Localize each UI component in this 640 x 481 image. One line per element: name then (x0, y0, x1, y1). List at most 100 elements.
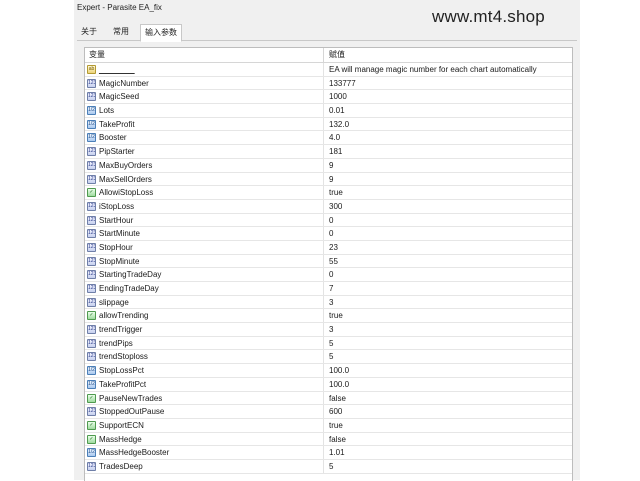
parameter-row[interactable]: 123 slippage 3 (85, 295, 572, 310)
parameter-value[interactable]: 5 (329, 462, 333, 472)
parameter-name: StoppedOutPause (99, 407, 165, 417)
column-divider[interactable] (323, 48, 324, 62)
parameter-value[interactable]: 5 (329, 339, 333, 349)
dbl-type-icon: 1/2 (87, 106, 96, 116)
parameter-value[interactable]: 132.0 (329, 120, 349, 130)
dbl-type-icon: 1/2 (87, 133, 96, 143)
parameter-value[interactable]: 9 (329, 175, 333, 185)
parameter-row[interactable]: 123 MaxSellOrders 9 (85, 172, 572, 187)
parameter-name: StopHour (99, 242, 133, 252)
parameter-row[interactable]: 123 MagicNumber 133777 (85, 76, 572, 91)
parameter-row[interactable]: ✓ PauseNewTrades false (85, 391, 572, 406)
parameter-value[interactable]: 0 (329, 229, 333, 239)
parameter-value[interactable]: 1.01 (329, 448, 345, 458)
dbl-type-icon: 1/2 (87, 366, 96, 376)
int-type-icon: 123 (87, 284, 96, 293)
parameter-value[interactable]: EA will manage magic number for each cha… (329, 65, 537, 75)
parameter-row[interactable]: 123 StartingTradeDay 0 (85, 268, 572, 282)
parameter-name: allowTrending (99, 311, 149, 321)
parameter-row[interactable]: 123 trendTrigger 3 (85, 323, 572, 337)
parameter-value[interactable]: 0.01 (329, 106, 345, 116)
parameter-name: TakeProfit (99, 119, 135, 129)
parameter-name: MassHedge (99, 434, 142, 444)
tab-inputs[interactable]: 输入参数 (140, 24, 182, 42)
parameter-row[interactable]: ✓ SupportECN true (85, 418, 572, 433)
dbl-type-icon: 1/2 (87, 448, 96, 458)
grid-header: 变量 赋值 (85, 48, 572, 63)
parameter-row[interactable]: ✓ MassHedge false (85, 432, 572, 447)
parameter-value[interactable]: 9 (329, 161, 333, 171)
parameter-value[interactable]: 3 (329, 298, 333, 308)
parameter-value[interactable]: 100.0 (329, 366, 349, 376)
cell-divider (323, 309, 324, 323)
parameter-row[interactable]: 123 EndingTradeDay 7 (85, 282, 572, 296)
cell-divider (323, 364, 324, 377)
parameter-value[interactable]: 5 (329, 352, 333, 362)
parameter-value[interactable]: 181 (329, 147, 342, 157)
parameter-row[interactable]: 123 TradesDeep 5 (85, 459, 572, 474)
parameter-row[interactable]: 1/2 Lots 0.01 (85, 104, 572, 118)
parameter-row[interactable]: 123 StoppedOutPause 600 (85, 405, 572, 419)
parameter-row[interactable]: 123 StopHour 23 (85, 240, 572, 255)
parameter-value[interactable]: 4.0 (329, 133, 340, 143)
parameter-row[interactable]: 123 trendStoploss 5 (85, 350, 572, 365)
parameter-row[interactable]: 123 StartMinute 0 (85, 227, 572, 241)
parameter-value[interactable]: 55 (329, 257, 338, 267)
cell-divider (323, 418, 324, 432)
parameter-row[interactable]: 1/2 StopLossPct 100.0 (85, 364, 572, 378)
cell-divider (323, 432, 324, 446)
parameter-row[interactable]: 123 PipStarter 181 (85, 145, 572, 159)
column-header-value[interactable]: 赋值 (329, 50, 345, 60)
parameter-name: trendPips (99, 338, 133, 348)
parameter-rows: ab ________ EA will manage magic number fo… (85, 63, 572, 474)
parameter-name: StartingTradeDay (99, 270, 162, 280)
parameter-name: ________ (99, 65, 135, 74)
cell-divider (323, 391, 324, 405)
parameter-row[interactable]: ✓ allowTrending true (85, 309, 572, 324)
tab-bar: 关于 常用 输入参数 (77, 24, 577, 42)
parameter-value[interactable]: 300 (329, 202, 342, 212)
column-header-variable[interactable]: 变量 (89, 50, 105, 60)
parameter-value[interactable]: 133777 (329, 79, 356, 89)
tab-common[interactable]: 常用 (109, 25, 133, 39)
dbl-type-icon: 1/2 (87, 379, 96, 389)
window-title: Expert - Parasite EA_fix (77, 3, 162, 12)
parameter-value[interactable]: true (329, 421, 343, 431)
parameter-name: trendTrigger (99, 325, 143, 335)
parameter-value[interactable]: 23 (329, 243, 338, 253)
parameter-value[interactable]: 600 (329, 407, 342, 417)
parameter-row[interactable]: 1/2 MassHedgeBooster 1.01 (85, 446, 572, 460)
parameter-value[interactable]: 0 (329, 216, 333, 226)
cell-divider (323, 268, 324, 281)
int-type-icon: 123 (87, 215, 96, 225)
parameter-row[interactable]: 123 iStopLoss 300 (85, 199, 572, 214)
parameter-row[interactable]: 1/2 TakeProfit 132.0 (85, 117, 572, 132)
cell-divider (323, 459, 324, 473)
str-type-icon: ab (87, 65, 96, 74)
parameter-value[interactable]: false (329, 435, 346, 445)
tab-about[interactable]: 关于 (77, 25, 101, 39)
parameter-row[interactable]: 123 MaxBuyOrders 9 (85, 158, 572, 173)
parameter-value[interactable]: true (329, 311, 343, 321)
parameter-row[interactable]: 123 MagicSeed 1000 (85, 90, 572, 105)
parameter-value[interactable]: 100.0 (329, 380, 349, 390)
parameter-value[interactable]: 1000 (329, 92, 347, 102)
bool-type-icon: ✓ (87, 311, 96, 321)
parameter-value[interactable]: true (329, 188, 343, 198)
parameter-row[interactable]: ab ________ EA will manage magic number fo… (85, 63, 572, 77)
int-type-icon: 123 (87, 92, 96, 102)
int-type-icon: 123 (87, 242, 96, 252)
parameter-row[interactable]: 1/2 Booster 4.0 (85, 131, 572, 146)
parameter-value[interactable]: 7 (329, 284, 333, 294)
parameter-name: MassHedgeBooster (99, 448, 170, 458)
parameter-row[interactable]: 123 StartHour 0 (85, 213, 572, 228)
bool-type-icon: ✓ (87, 434, 96, 444)
parameter-row[interactable]: 123 trendPips 5 (85, 336, 572, 351)
parameter-row[interactable]: 1/2 TakeProfitPct 100.0 (85, 377, 572, 392)
parameter-row[interactable]: ✓ AllowiStopLoss true (85, 186, 572, 200)
parameter-value[interactable]: false (329, 394, 346, 404)
parameter-row[interactable]: 123 StopMinute 55 (85, 254, 572, 269)
parameter-value[interactable]: 0 (329, 270, 333, 280)
bool-type-icon: ✓ (87, 393, 96, 403)
parameter-value[interactable]: 3 (329, 325, 333, 335)
